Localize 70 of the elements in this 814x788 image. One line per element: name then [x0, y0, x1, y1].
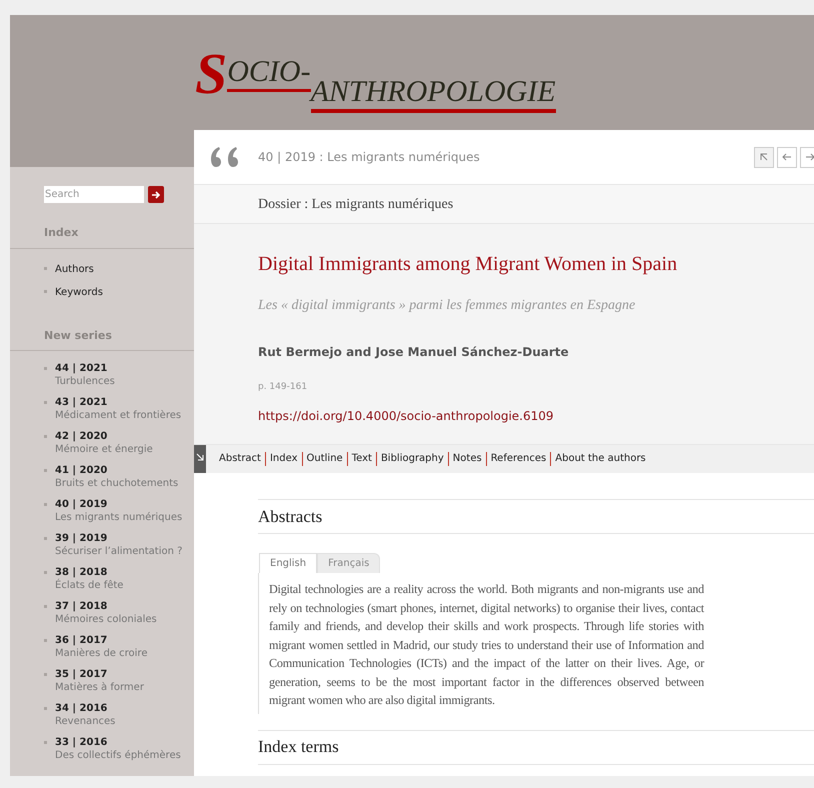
previous-button[interactable]: [777, 146, 797, 168]
section-heading[interactable]: Index terms: [258, 734, 339, 760]
bullet-icon: [44, 707, 47, 710]
bullet-icon: [44, 537, 47, 540]
bullet-icon: [44, 469, 47, 472]
toc-link[interactable]: Index: [264, 452, 302, 466]
issue-title: Éclats de fête: [55, 579, 124, 593]
toc-link[interactable]: About the authors: [550, 452, 650, 466]
bullet-icon: [44, 639, 47, 642]
dossier-label[interactable]: Dossier : Les migrants numériques: [258, 194, 454, 214]
issue-title: Sécuriser l’alimentation ?: [55, 545, 182, 559]
issue-title: Revenances: [55, 715, 116, 729]
bullet-icon: [44, 266, 47, 270]
issue-number-link[interactable]: 42 | 2020: [55, 430, 153, 443]
page-range: p. 149-161: [258, 381, 308, 394]
issue-number-link[interactable]: 33 | 2016: [55, 736, 181, 749]
issue-title: Matières à former: [55, 681, 144, 695]
doi-link[interactable]: https://doi.org/10.4000/socio-anthropologie.6109: [258, 406, 814, 424]
toc-link[interactable]: References: [486, 452, 550, 466]
top-button[interactable]: [754, 146, 774, 168]
toc-link[interactable]: Outline: [302, 452, 347, 466]
search-field[interactable]: Search: [44, 186, 144, 203]
index-entry-link[interactable]: Authors: [55, 262, 94, 276]
issue-title: Manières de croire: [55, 647, 148, 661]
toc-link[interactable]: Notes: [448, 452, 486, 466]
issue-number-link[interactable]: 38 | 2018: [55, 566, 124, 579]
issue-title: Médicament et frontières: [55, 409, 182, 423]
arrow-up-left-icon: [759, 152, 769, 162]
abstract-text: Digital technologies are a reality across the world. Both migrants and non-migrants use and rely on technologies (smart phones, internet, digital networks) to organise their lives, contact family and friends, and develop their skills and work prospects. Through life stories with migrant women settled in Madrid, our study tries to understand their use of Information and Communication Technologies (ICTs) and the impact of the latter on their lives. Age, or generation, seems to be the most important factor in the differences observed between migrant women who are also digital immigrants.: [269, 581, 704, 709]
arrow-right-icon: [151, 190, 161, 200]
article-subtitle: Les « digital immigrants » parmi les femmes migrantes en Espagne: [258, 297, 636, 315]
issue-number-link[interactable]: 40 | 2019: [55, 498, 182, 511]
search-button[interactable]: [148, 186, 164, 203]
issue-title: Les migrants numériques: [55, 511, 182, 525]
arrow-left-icon: [782, 152, 792, 162]
language-tab[interactable]: English: [259, 553, 318, 573]
toc-toggle-button[interactable]: [194, 445, 206, 473]
arrow-down-right-icon: [196, 453, 204, 461]
issue-title: Turbulences: [55, 375, 115, 389]
issue-number-link[interactable]: 44 | 2021: [55, 362, 115, 375]
issue-title: Des collectifs éphémères: [55, 749, 181, 763]
issue-title: Mémoire et énergie: [55, 443, 153, 457]
issue-number-link[interactable]: 34 | 2016: [55, 702, 116, 715]
issue-title: Mémoires coloniales: [55, 613, 157, 627]
bullet-icon: [44, 741, 47, 744]
bullet-icon: [44, 605, 47, 608]
issue-number-link[interactable]: 35 | 2017: [55, 668, 144, 681]
bullet-icon: [44, 571, 47, 574]
toc-link[interactable]: Text: [346, 452, 376, 466]
arrow-right-icon: [805, 152, 814, 162]
issue-number-link[interactable]: 39 | 2019: [55, 532, 182, 545]
toc-link[interactable]: Abstract: [215, 452, 265, 466]
bullet-icon: [44, 290, 47, 292]
toc-link[interactable]: Bibliography: [376, 452, 448, 466]
index-entry-link[interactable]: Keywords: [55, 284, 103, 300]
bullet-icon: [44, 673, 47, 676]
article-authors: Rut Bermejo and Jose Manuel Sánchez-Duarte: [258, 344, 570, 361]
issue-title: Bruits et chuchotements: [55, 477, 178, 491]
bullet-icon: [44, 401, 47, 404]
quote-icon: [209, 144, 240, 170]
issue-number-link[interactable]: 37 | 2018: [55, 600, 157, 613]
issue-number-link[interactable]: 41 | 2020: [55, 464, 178, 477]
article-title: Digital Immigrants among Migrant Women in Spain: [258, 252, 678, 277]
next-button[interactable]: [800, 146, 814, 168]
bullet-icon: [44, 435, 47, 438]
issue-number-link[interactable]: 36 | 2017: [55, 634, 148, 647]
bullet-icon: [44, 503, 47, 506]
section-heading[interactable]: Abstracts: [258, 504, 322, 530]
issue-number-link[interactable]: 43 | 2021: [55, 396, 182, 409]
bullet-icon: [44, 367, 47, 370]
